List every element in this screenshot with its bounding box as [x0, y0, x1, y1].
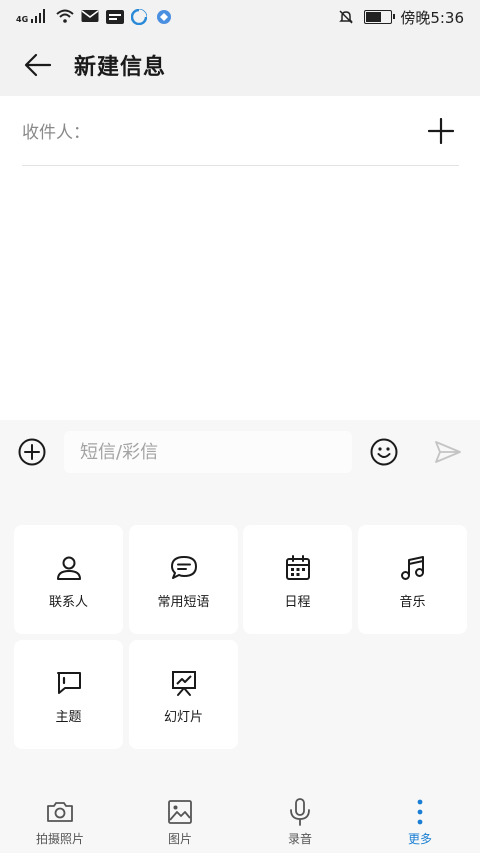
status-time: 傍晚5:36 — [400, 8, 464, 27]
tab-images[interactable]: 图片 — [130, 798, 230, 848]
more-vertical-icon — [405, 798, 435, 826]
status-right: 傍晚5:36 — [338, 7, 464, 28]
tile-phrases[interactable]: 常用短语 — [129, 525, 238, 634]
tile-label: 联系人 — [48, 595, 88, 610]
back-button[interactable] — [18, 45, 58, 85]
microphone-icon — [285, 798, 315, 826]
wifi-icon — [56, 9, 74, 25]
signal-icon — [31, 9, 49, 25]
header: 新建信息 — [0, 34, 480, 96]
mute-icon — [338, 9, 356, 25]
tab-label: 更多 — [407, 832, 432, 846]
compose-area[interactable]: 收件人： — [0, 96, 480, 420]
page-title: 新建信息 — [74, 55, 167, 80]
tile-label: 幻灯片 — [163, 710, 203, 725]
subject-icon — [54, 668, 84, 698]
tile-slideshow[interactable]: 幻灯片 — [129, 640, 238, 749]
tab-camera[interactable]: 拍摄照片 — [10, 798, 110, 848]
plus-icon — [428, 117, 454, 144]
emoji-button[interactable] — [366, 434, 402, 470]
battery-level — [366, 12, 381, 22]
tile-music[interactable]: 音乐 — [358, 525, 467, 634]
contact-icon — [54, 553, 84, 583]
add-circle-icon — [18, 438, 46, 466]
tile-label: 日程 — [284, 595, 311, 610]
tile-label: 常用短语 — [157, 595, 210, 610]
message-input[interactable] — [64, 431, 352, 473]
tab-record[interactable]: 录音 — [250, 798, 350, 848]
tab-label: 拍摄照片 — [35, 832, 84, 846]
emoji-icon — [370, 438, 398, 466]
arrow-left-icon — [24, 53, 52, 77]
status-left: 4G — [16, 8, 174, 26]
tile-subject[interactable]: 主题 — [14, 640, 123, 749]
add-recipient-button[interactable] — [421, 111, 461, 151]
send-icon — [435, 441, 461, 463]
network-type: 4G — [16, 15, 29, 24]
input-bar — [0, 420, 480, 484]
tile-label: 音乐 — [399, 595, 426, 610]
tab-more[interactable]: 更多 — [370, 798, 470, 848]
tab-label: 图片 — [167, 832, 192, 846]
app-notification-icon — [106, 9, 125, 25]
status-bar: 4G 傍晚5:36 — [0, 0, 480, 34]
battery-icon — [364, 10, 396, 24]
attachment-panel: 联系人 常用短语 日程 音乐 主题 幻灯片 — [0, 484, 480, 784]
app-icon — [156, 9, 174, 25]
tile-contacts[interactable]: 联系人 — [14, 525, 123, 634]
recipient-row[interactable]: 收件人： — [22, 96, 459, 166]
slideshow-icon — [169, 668, 199, 698]
tile-label: 主题 — [55, 710, 82, 725]
bottom-tab-bar: 拍摄照片 图片 录音 更多 — [0, 784, 480, 853]
send-button[interactable] — [430, 434, 466, 470]
tab-label: 录音 — [287, 832, 312, 846]
add-attachment-button[interactable] — [14, 434, 50, 470]
calendar-icon — [283, 553, 313, 583]
image-icon — [165, 798, 195, 826]
phrase-bubble-icon — [169, 553, 199, 583]
camera-icon — [45, 798, 75, 826]
tile-schedule[interactable]: 日程 — [243, 525, 352, 634]
recipient-label: 收件人： — [22, 123, 90, 143]
music-note-icon — [398, 553, 428, 583]
mail-icon — [81, 9, 99, 25]
browser-icon — [130, 8, 149, 26]
